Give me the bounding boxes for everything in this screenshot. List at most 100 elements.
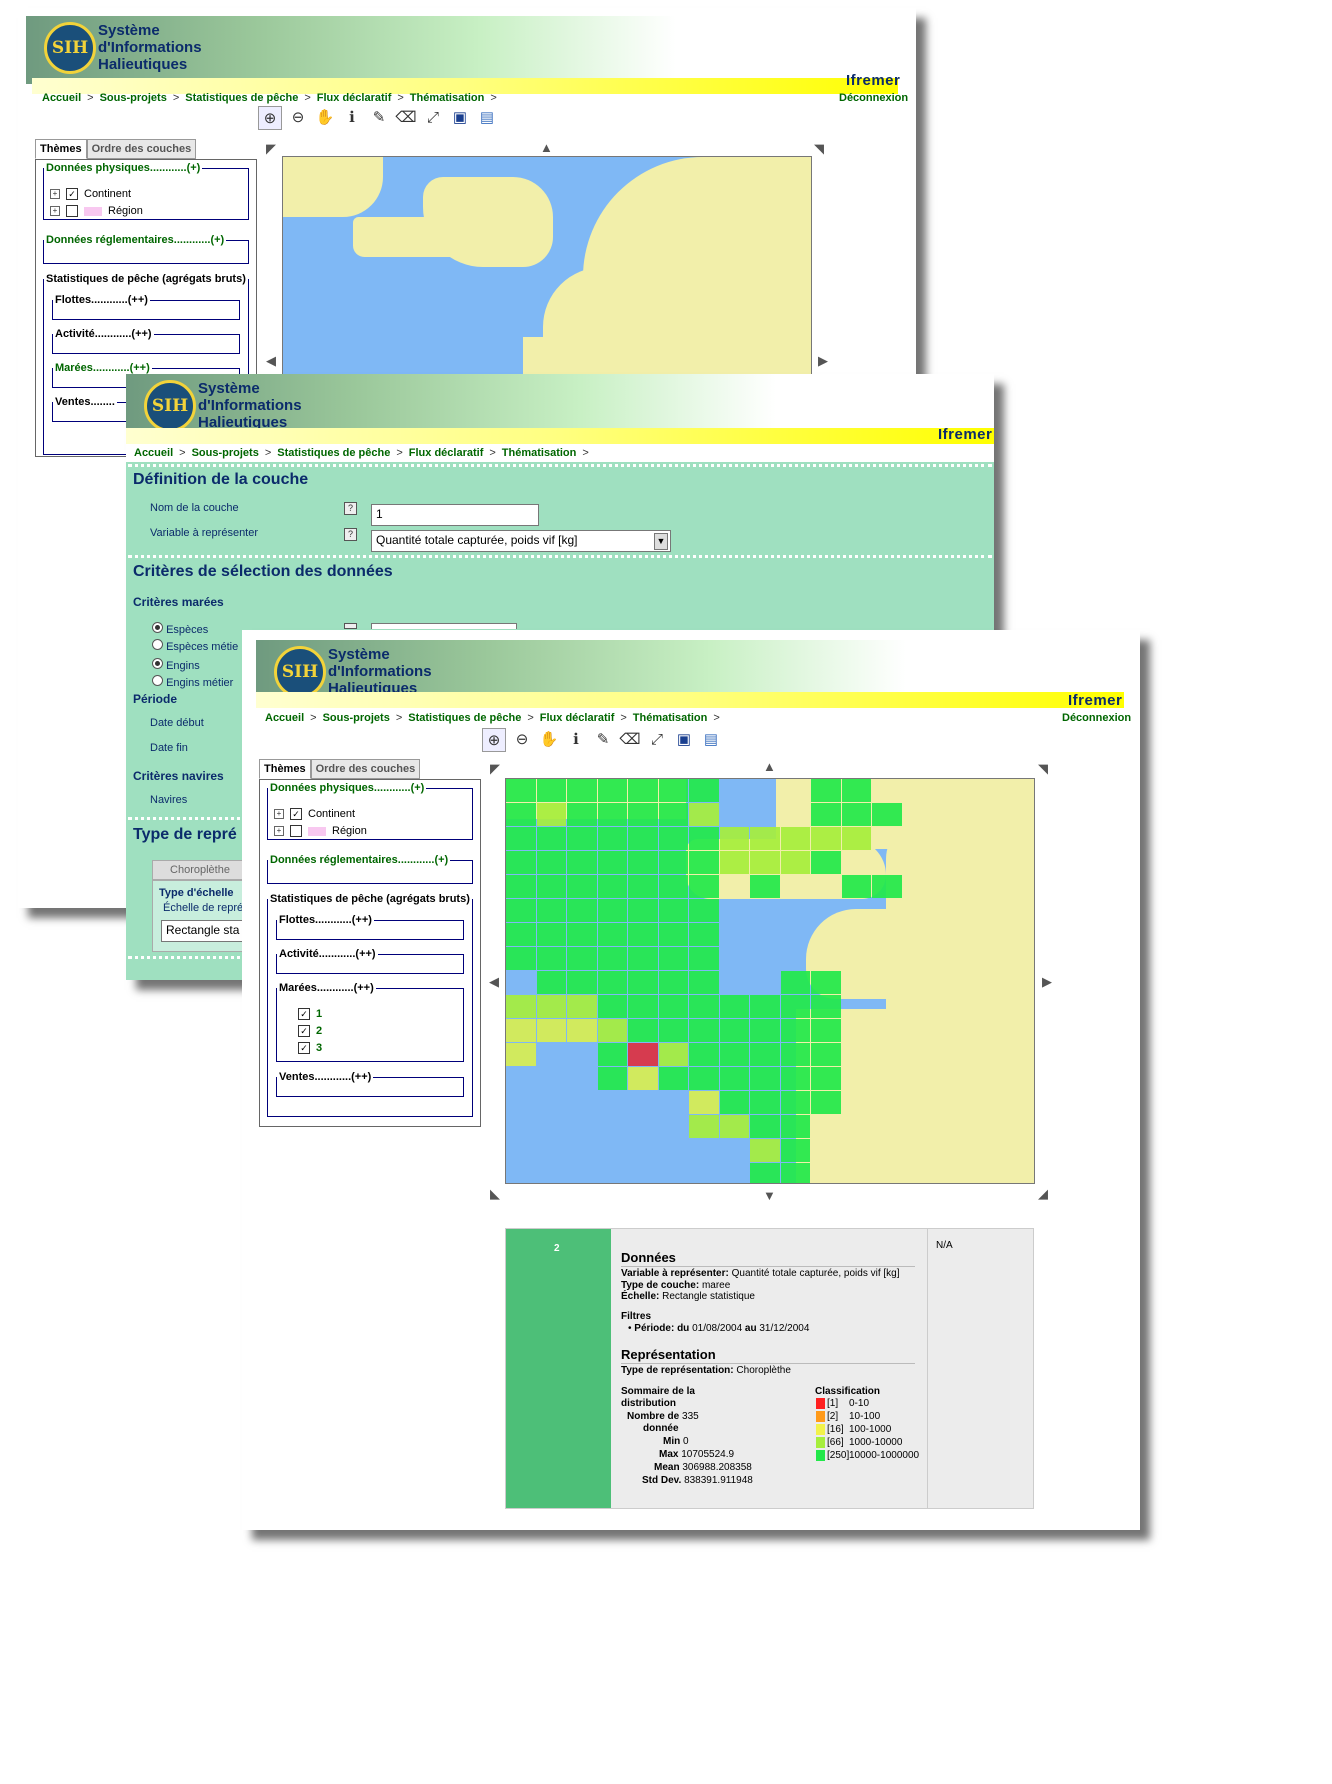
tab-themes[interactable]: Thèmes	[35, 139, 87, 159]
measure-icon[interactable]: ✎	[368, 106, 390, 128]
breadcrumb-accueil[interactable]: Accueil	[42, 92, 81, 104]
pan-northwest-icon[interactable]: ◤	[266, 141, 276, 157]
breadcrumb: Accueil > Sous-projets > Statistiques de pêc…	[134, 447, 589, 459]
full-extent-icon[interactable]: ⤢	[646, 728, 668, 750]
radio-species-job[interactable]: Espèces métie	[152, 639, 238, 653]
pan-hand-icon[interactable]: ✋	[538, 728, 560, 750]
pan-east-icon[interactable]: ▶	[1042, 974, 1052, 990]
pan-hand-icon[interactable]: ✋	[314, 106, 336, 128]
scale-select[interactable]: Rectangle sta	[161, 920, 251, 942]
region-layer[interactable]: + Région	[274, 825, 367, 837]
layer-name-input[interactable]: 1	[371, 504, 539, 526]
variable-label: Variable à représenter	[150, 527, 259, 539]
full-extent-icon[interactable]: ⤢	[422, 106, 444, 128]
zoom-in-icon[interactable]: ⊕	[482, 728, 506, 752]
species-input-partial[interactable]	[371, 623, 517, 629]
activity-group: Activité............(++)	[52, 328, 240, 354]
expand-icon[interactable]: +	[50, 206, 60, 216]
choropleth-tab[interactable]: Choroplèthe	[152, 860, 248, 880]
tide-item-3[interactable]: ✓ 3	[298, 1042, 322, 1054]
map-view[interactable]	[505, 778, 1035, 1184]
radio-gear-job[interactable]: Engins métier	[152, 675, 233, 689]
breadcrumb-flux[interactable]: Flux déclaratif	[540, 712, 615, 724]
breadcrumb-accueil[interactable]: Accueil	[265, 712, 304, 724]
breadcrumb-flux[interactable]: Flux déclaratif	[409, 447, 484, 459]
save-icon[interactable]: ▣	[449, 106, 471, 128]
folder-icon[interactable]: ▤	[700, 728, 722, 750]
pan-west-icon[interactable]: ◀	[489, 974, 499, 990]
breadcrumb-statistiques[interactable]: Statistiques de pêche	[185, 92, 298, 104]
period-title: Période	[133, 692, 178, 706]
pan-north-icon[interactable]: ▲	[763, 759, 776, 774]
clear-icon[interactable]: ⌫	[619, 728, 641, 750]
checkbox-checked-icon[interactable]: ✓	[298, 1008, 310, 1020]
checkbox-icon[interactable]	[290, 825, 302, 837]
checkbox-checked-icon[interactable]: ✓	[298, 1025, 310, 1037]
pan-west-icon[interactable]: ◀	[266, 353, 276, 369]
pan-south-icon[interactable]: ▼	[763, 1188, 776, 1203]
help-icon[interactable]	[344, 623, 357, 629]
pan-east-icon[interactable]: ▶	[818, 353, 828, 369]
help-icon[interactable]: ?	[344, 528, 357, 541]
activity-group: Activité............(++)	[276, 948, 464, 974]
tab-themes[interactable]: Thèmes	[259, 759, 311, 779]
tide-item-2[interactable]: ✓ 2	[298, 1025, 322, 1037]
continent-layer[interactable]: + ✓ Continent	[50, 188, 131, 200]
pan-northeast-icon[interactable]: ◥	[1038, 761, 1048, 777]
breadcrumb-flux[interactable]: Flux déclaratif	[317, 92, 392, 104]
breadcrumb-sous-projets[interactable]: Sous-projets	[323, 712, 390, 724]
expand-icon[interactable]: +	[50, 189, 60, 199]
legend-rule	[621, 1363, 915, 1364]
info-icon[interactable]: ℹ	[565, 728, 587, 750]
expand-icon[interactable]: +	[274, 826, 284, 836]
pan-southeast-icon[interactable]: ◢	[1038, 1186, 1048, 1202]
region-layer[interactable]: + Région	[50, 205, 143, 217]
radio-off-icon[interactable]	[152, 639, 163, 650]
help-icon[interactable]: ?	[344, 502, 357, 515]
logout-link[interactable]: Déconnexion	[1062, 712, 1131, 724]
expand-icon[interactable]: +	[274, 809, 284, 819]
legend-na: N/A	[936, 1240, 953, 1251]
save-icon[interactable]: ▣	[673, 728, 695, 750]
continent-layer[interactable]: + ✓ Continent	[274, 808, 355, 820]
map-view[interactable]	[282, 156, 812, 398]
checkbox-checked-icon[interactable]: ✓	[298, 1042, 310, 1054]
tide-item-1[interactable]: ✓ 1	[298, 1008, 322, 1020]
pan-northwest-icon[interactable]: ◤	[490, 761, 500, 777]
clear-icon[interactable]: ⌫	[395, 106, 417, 128]
zoom-out-icon[interactable]: ⊖	[511, 728, 533, 750]
radio-on-icon[interactable]	[152, 658, 163, 669]
checkbox-icon[interactable]	[66, 205, 78, 217]
zoom-in-icon[interactable]: ⊕	[258, 106, 282, 130]
checkbox-checked-icon[interactable]: ✓	[290, 808, 302, 820]
checkbox-checked-icon[interactable]: ✓	[66, 188, 78, 200]
pan-southwest-icon[interactable]: ◣	[490, 1186, 500, 1202]
radio-species[interactable]: Espèces	[152, 622, 208, 636]
zoom-out-icon[interactable]: ⊖	[287, 106, 309, 128]
logout-link[interactable]: Déconnexion	[839, 92, 908, 104]
breadcrumb-sous-projets[interactable]: Sous-projets	[100, 92, 167, 104]
breadcrumb-sous-projets[interactable]: Sous-projets	[192, 447, 259, 459]
fleets-group: Flottes............(++)	[276, 914, 464, 940]
breadcrumb-accueil[interactable]: Accueil	[134, 447, 173, 459]
tab-layer-order[interactable]: Ordre des couches	[310, 759, 421, 779]
pan-northeast-icon[interactable]: ◥	[814, 141, 824, 157]
measure-icon[interactable]: ✎	[592, 728, 614, 750]
pan-north-icon[interactable]: ▲	[540, 140, 553, 155]
legend-variable: Variable à représenter: Quantité totale …	[621, 1268, 900, 1279]
folder-icon[interactable]: ▤	[476, 106, 498, 128]
tab-layer-order[interactable]: Ordre des couches	[86, 139, 197, 159]
breadcrumb-statistiques[interactable]: Statistiques de pêche	[408, 712, 521, 724]
info-icon[interactable]: ℹ	[341, 106, 363, 128]
breadcrumb-thematisation[interactable]: Thématisation	[502, 447, 577, 459]
class-color-swatch	[816, 1437, 825, 1448]
variable-select[interactable]: Quantité totale capturée, poids vif [kg]…	[371, 530, 671, 552]
radio-on-icon[interactable]	[152, 622, 163, 633]
breadcrumb-statistiques[interactable]: Statistiques de pêche	[277, 447, 390, 459]
layer-tabs: Thèmes Ordre des couches	[259, 759, 421, 779]
breadcrumb-thematisation[interactable]: Thématisation	[410, 92, 485, 104]
breadcrumb-thematisation[interactable]: Thématisation	[633, 712, 708, 724]
chevron-down-icon[interactable]: ▼	[654, 533, 668, 550]
radio-off-icon[interactable]	[152, 675, 163, 686]
radio-gear[interactable]: Engins	[152, 658, 200, 672]
